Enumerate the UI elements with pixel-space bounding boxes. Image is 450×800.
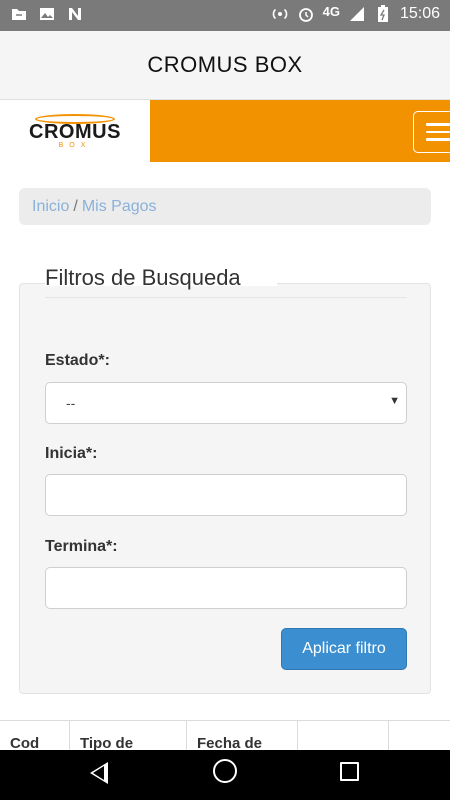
battery-icon	[374, 5, 392, 22]
table-header-cell	[298, 721, 389, 750]
status-time: 15:06	[399, 5, 440, 22]
logo-text: CROMUS	[29, 120, 121, 143]
image-icon	[38, 6, 56, 22]
hamburger-line	[426, 138, 450, 141]
estado-select[interactable]: -- ▼	[45, 382, 407, 424]
breadcrumb-separator: /	[73, 197, 78, 215]
signal-icon	[348, 6, 366, 22]
app-title: CROMUS BOX	[147, 52, 303, 77]
termina-date-field[interactable]	[45, 567, 407, 609]
filter-panel-title: Filtros de Busqueda	[45, 265, 407, 298]
payments-table-header: Cod Tipo de Fecha de	[0, 720, 450, 750]
table-header-cell: Tipo de	[70, 721, 187, 750]
network-type: 4G	[322, 3, 340, 19]
brand-logo[interactable]: CROMUS BOX	[0, 100, 150, 162]
inicia-label: Inicia*:	[45, 445, 98, 462]
alarm-icon	[297, 6, 315, 22]
hotspot-icon	[271, 6, 289, 22]
recent-apps-icon[interactable]	[340, 762, 359, 781]
folder-icon	[10, 6, 28, 22]
breadcrumb: Inicio / Mis Pagos	[19, 188, 431, 225]
table-header-cell: Fecha de	[187, 721, 298, 750]
hamburger-line	[426, 123, 450, 126]
table-header-cell	[389, 721, 450, 750]
apply-filter-button[interactable]: Aplicar filtro	[281, 628, 407, 670]
status-bar: 4G 15:06	[0, 0, 450, 31]
app-bar: CROMUS BOX	[0, 31, 450, 100]
table-header-cell: Cod	[0, 721, 70, 750]
inicia-date-field[interactable]	[45, 474, 407, 516]
site-navbar: CROMUS BOX	[0, 100, 450, 162]
status-icons-right: 4G 15:06	[271, 3, 440, 23]
back-icon[interactable]	[90, 762, 108, 784]
estado-label: Estado*:	[45, 352, 110, 369]
breadcrumb-home-link[interactable]: Inicio	[32, 198, 69, 216]
estado-select-value: --	[66, 395, 76, 411]
filter-panel: Filtros de Busqueda Estado*: -- ▼ Inicia…	[19, 265, 431, 694]
status-icons-left	[10, 6, 84, 22]
hamburger-icon[interactable]	[413, 111, 450, 153]
home-icon[interactable]	[213, 759, 237, 783]
n-app-icon	[66, 6, 84, 22]
system-nav-bar	[0, 750, 450, 800]
termina-label: Termina*:	[45, 538, 118, 555]
logo-subtext: BOX	[58, 141, 92, 149]
hamburger-line	[426, 130, 450, 134]
chevron-down-icon: ▼	[389, 395, 400, 407]
breadcrumb-current-link[interactable]: Mis Pagos	[82, 198, 157, 216]
